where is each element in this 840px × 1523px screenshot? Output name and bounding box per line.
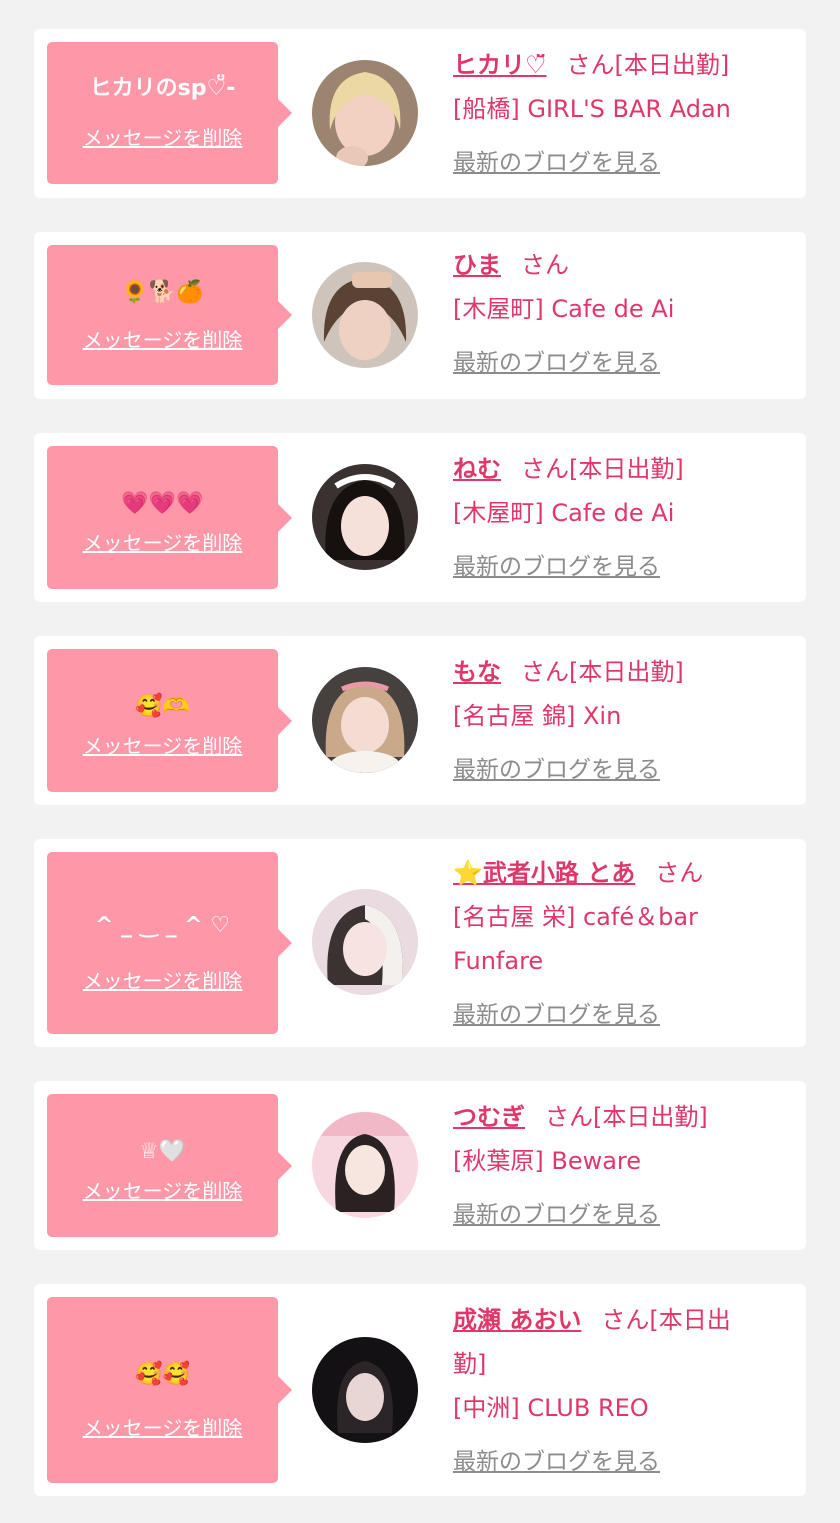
cast-name-link[interactable]: ねむ (453, 455, 501, 483)
cast-name-link[interactable]: ひま (453, 251, 501, 279)
avatar[interactable] (312, 667, 418, 773)
profile-photo-icon (312, 464, 418, 570)
delete-message-link[interactable]: メッセージを削除 (47, 327, 278, 353)
cast-info: ひま さん [木屋町] Cafe de Ai 最新のブログを見る (453, 243, 787, 385)
cast-name-link[interactable]: 成瀬 あおい (453, 1306, 581, 1334)
delete-message-link[interactable]: メッセージを削除 (47, 733, 278, 759)
cast-name-link[interactable]: つむぎ (453, 1103, 525, 1131)
delete-message-link[interactable]: メッセージを削除 (47, 1178, 278, 1204)
work-status: [本日出勤] (614, 51, 730, 79)
latest-blog-link[interactable]: 最新のブログを見る (453, 1440, 660, 1484)
work-status: [本日出 (649, 1306, 731, 1334)
latest-blog-link[interactable]: 最新のブログを見る (453, 748, 660, 792)
cast-name-link[interactable]: もな (453, 658, 501, 686)
profile-photo-icon (312, 1337, 418, 1443)
cast-name-link[interactable]: ヒカリ♡̆̈ (453, 51, 547, 79)
honorific: さん (521, 251, 569, 279)
shop-name: [名古屋 錦] Xin (453, 702, 622, 730)
message-bubble: ヒカリのsp♡̆̈- メッセージを削除 (47, 42, 292, 184)
cast-info: ヒカリ♡̆̈ さん[本日出勤] [船橋] GIRL'S BAR Adan 最新のブ… (453, 43, 787, 185)
message-bubble: ^ _ ‿ _ ^ ♡ メッセージを削除 (47, 852, 292, 1034)
avatar[interactable] (312, 464, 418, 570)
shop-name: [木屋町] Cafe de Ai (453, 499, 675, 527)
work-status: [本日出勤] (569, 455, 684, 483)
message-card: 🥰🥰 メッセージを削除 成瀬 あおい さん[本日出 勤] [中洲] CLUB RE… (34, 1284, 806, 1496)
latest-blog-link[interactable]: 最新のブログを見る (453, 545, 660, 589)
profile-photo-icon (312, 262, 418, 368)
cast-info: つむぎ さん[本日出勤] [秋葉原] Beware 最新のブログを見る (453, 1095, 787, 1237)
honorific: さん (521, 658, 569, 686)
shop-name: [名古屋 栄] café＆bar (453, 903, 698, 931)
shop-name: [秋葉原] Beware (453, 1147, 642, 1175)
profile-photo-icon (312, 667, 418, 773)
message-bubble: ♕🤍 メッセージを削除 (47, 1094, 292, 1237)
avatar[interactable] (312, 60, 418, 166)
message-bubble: 💗💗💗 メッセージを削除 (47, 446, 292, 589)
message-text: 🥰🥰 (135, 1362, 190, 1387)
message-card: 🥰🫶 メッセージを削除 もな さん[本日出勤] [名古屋 錦] Xin 最新のブロ… (34, 636, 806, 805)
message-bubble: 🥰🥰 メッセージを削除 (47, 1297, 292, 1483)
cast-info: もな さん[本日出勤] [名古屋 錦] Xin 最新のブログを見る (453, 650, 787, 792)
cast-info: ねむ さん[本日出勤] [木屋町] Cafe de Ai 最新のブログを見る (453, 447, 787, 589)
profile-photo-icon (312, 889, 418, 995)
delete-message-link[interactable]: メッセージを削除 (47, 968, 278, 994)
work-status: [本日出勤] (569, 658, 684, 686)
message-card: ♕🤍 メッセージを削除 つむぎ さん[本日出勤] [秋葉原] Beware 最新の… (34, 1081, 806, 1250)
delete-message-link[interactable]: メッセージを削除 (47, 125, 278, 151)
profile-photo-icon (312, 1112, 418, 1218)
honorific: さん (545, 1103, 593, 1131)
message-bubble: 🌻🐕🍊 メッセージを削除 (47, 245, 292, 385)
cast-info: ⭐武者小路 とあ さん [名古屋 栄] café＆bar Funfare 最新のブ… (453, 851, 787, 1037)
message-text: 🌻🐕🍊 (121, 280, 204, 305)
shop-name: [木屋町] Cafe de Ai (453, 295, 675, 323)
cast-name-link[interactable]: ⭐武者小路 とあ (453, 859, 635, 887)
latest-blog-link[interactable]: 最新のブログを見る (453, 1193, 660, 1237)
shop-name: [中洲] CLUB REO (453, 1394, 649, 1422)
shop-name: [船橋] GIRL'S BAR Adan (453, 95, 731, 123)
cast-info: 成瀬 あおい さん[本日出 勤] [中洲] CLUB REO 最新のブログを見る (453, 1298, 787, 1484)
avatar[interactable] (312, 889, 418, 995)
message-card: ^ _ ‿ _ ^ ♡ メッセージを削除 ⭐武者小路 とあ さん [名古屋 栄] … (34, 839, 806, 1047)
shop-name-continued: Funfare (453, 947, 544, 975)
honorific: さん (566, 51, 615, 79)
latest-blog-link[interactable]: 最新のブログを見る (453, 993, 660, 1037)
message-text: 💗💗💗 (121, 491, 204, 516)
honorific: さん (521, 455, 569, 483)
avatar[interactable] (312, 1337, 418, 1443)
delete-message-link[interactable]: メッセージを削除 (47, 1415, 278, 1441)
latest-blog-link[interactable]: 最新のブログを見る (453, 341, 660, 385)
latest-blog-link[interactable]: 最新のブログを見る (453, 141, 660, 185)
profile-photo-icon (312, 60, 418, 166)
avatar[interactable] (312, 1112, 418, 1218)
message-text: ^ _ ‿ _ ^ ♡ (94, 913, 231, 938)
work-status: [本日出勤] (593, 1103, 708, 1131)
honorific: さん (601, 1306, 650, 1334)
delete-message-link[interactable]: メッセージを削除 (47, 530, 278, 556)
message-card: 🌻🐕🍊 メッセージを削除 ひま さん [木屋町] Cafe de Ai 最新のブロ… (34, 232, 806, 399)
message-bubble: 🥰🫶 メッセージを削除 (47, 649, 292, 792)
message-text: 🥰🫶 (135, 694, 190, 719)
message-card: 💗💗💗 メッセージを削除 ねむ さん[本日出勤] [木屋町] Cafe de Ai… (34, 433, 806, 602)
message-text: ヒカリのsp♡̆̈- (89, 76, 236, 101)
honorific: さん (655, 859, 704, 887)
avatar[interactable] (312, 262, 418, 368)
message-card: ヒカリのsp♡̆̈- メッセージを削除 ヒカリ♡̆̈ さん[本日出勤] [船橋] … (34, 29, 806, 198)
work-status-continued: 勤] (453, 1350, 487, 1378)
message-text: ♕🤍 (138, 1139, 187, 1164)
